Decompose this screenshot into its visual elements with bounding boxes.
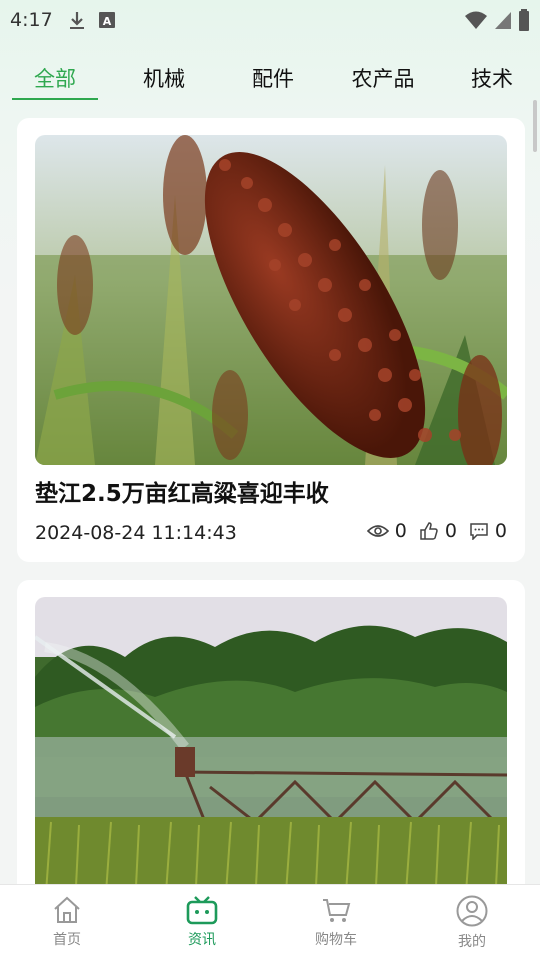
signal-icon — [495, 12, 511, 29]
nav-cart-label: 购物车 — [315, 932, 357, 948]
news-stats: 0 0 0 — [366, 520, 507, 542]
tab-parts[interactable]: 配件 — [230, 56, 316, 100]
thumbs-up-icon — [420, 522, 438, 540]
likes-count: 0 — [444, 520, 457, 542]
sorghum-photo — [35, 135, 507, 465]
likes-stat[interactable]: 0 — [419, 520, 457, 542]
nav-news-label: 资讯 — [188, 932, 216, 948]
font-icon: A — [98, 12, 115, 28]
nav-profile-label: 我的 — [458, 934, 486, 950]
tab-all[interactable]: 全部 — [12, 56, 98, 100]
nav-cart[interactable]: 购物车 — [291, 895, 381, 949]
nav-home-label: 首页 — [53, 932, 81, 948]
views-count: 0 — [394, 520, 407, 542]
tab-machinery[interactable]: 机械 — [121, 56, 207, 100]
status-bar: 4:17 A — [0, 0, 540, 40]
comments-count: 0 — [494, 520, 507, 542]
user-icon — [456, 895, 488, 927]
home-icon — [54, 896, 80, 923]
battery-icon — [519, 9, 529, 31]
scrollbar[interactable] — [533, 100, 537, 152]
nav-news[interactable]: 资讯 — [157, 895, 247, 949]
news-title[interactable]: 垫江2.5万亩红高粱喜迎丰收 — [35, 474, 329, 508]
comments-stat[interactable]: 0 — [469, 520, 507, 542]
bottom-nav: 首页 资讯 购物车 我的 — [0, 884, 540, 960]
cart-icon — [323, 899, 351, 922]
svg-text:A: A — [102, 15, 111, 28]
active-tab-indicator — [12, 98, 98, 100]
eye-icon — [366, 525, 389, 537]
category-tabs: 全部 机械 配件 农产品 技术 — [0, 56, 540, 100]
wifi-icon — [465, 11, 487, 29]
status-time: 4:17 — [10, 9, 53, 31]
tv-icon — [186, 896, 218, 925]
irrigation-photo — [35, 597, 507, 900]
tab-technology[interactable]: 技术 — [449, 56, 535, 100]
download-icon — [69, 12, 84, 29]
comment-icon — [470, 523, 488, 540]
news-card[interactable]: 垫江2.5万亩红高粱喜迎丰收 2024-08-24 11:14:43 0 0 0 — [17, 118, 525, 562]
news-date: 2024-08-24 11:14:43 — [35, 522, 237, 544]
tab-farm-products[interactable]: 农产品 — [340, 56, 426, 100]
views-stat: 0 — [366, 520, 407, 542]
nav-home[interactable]: 首页 — [22, 895, 112, 949]
nav-profile[interactable]: 我的 — [427, 895, 517, 951]
news-card[interactable] — [17, 580, 525, 900]
